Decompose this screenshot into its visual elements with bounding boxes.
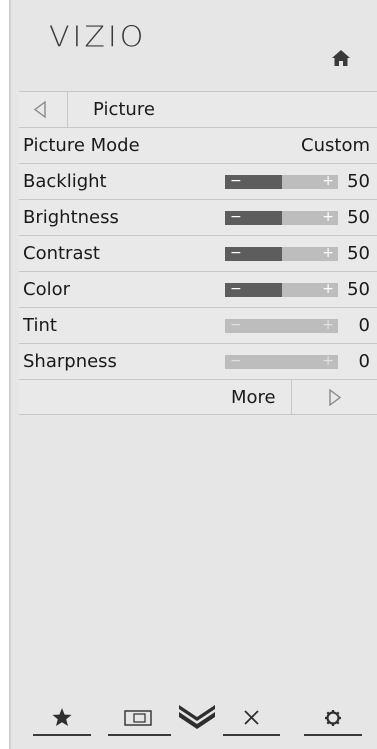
slider-label: Brightness <box>23 207 119 228</box>
nav-settings[interactable] <box>304 700 362 736</box>
more-row: More <box>19 379 377 415</box>
slider-label: Contrast <box>23 243 100 264</box>
picture-menu: Picture Picture Mode Custom Backlight − … <box>19 91 377 415</box>
nav-underline <box>33 734 91 736</box>
picture-mode-value: Custom <box>301 135 370 156</box>
back-button[interactable] <box>19 92 68 127</box>
back-arrow-icon <box>33 101 46 118</box>
nav-underline <box>108 734 171 736</box>
slider-row-sharpness[interactable]: Sharpness − + 0 <box>19 343 377 379</box>
slider-plus: + <box>322 317 334 333</box>
slider-plus: + <box>322 209 334 225</box>
slider-value: 50 <box>347 243 370 264</box>
vizio-v-icon <box>179 705 215 729</box>
picture-mode-label: Picture Mode <box>23 135 140 156</box>
nav-input[interactable] <box>108 700 171 736</box>
slider-minus: − <box>230 173 242 189</box>
slider-plus: + <box>322 281 334 297</box>
slider-row-backlight[interactable]: Backlight − + 50 <box>19 163 377 199</box>
slider-row-tint[interactable]: Tint − + 0 <box>19 307 377 343</box>
gear-icon <box>325 710 341 726</box>
slider-value: 0 <box>358 351 370 372</box>
picture-mode-row[interactable]: Picture Mode Custom <box>19 127 377 163</box>
menu-title: Picture <box>93 99 155 120</box>
settings-panel: VIZIO Picture Picture Mode Custom Backli… <box>9 0 377 749</box>
slider-value: 50 <box>347 279 370 300</box>
slider-value: 50 <box>347 171 370 192</box>
nav-underline <box>304 734 362 736</box>
color-slider[interactable]: − + <box>225 281 338 297</box>
sharpness-slider[interactable]: − + <box>225 353 338 369</box>
slider-label: Tint <box>23 315 57 336</box>
slider-minus: − <box>230 281 242 297</box>
slider-value: 50 <box>347 207 370 228</box>
slider-label: Sharpness <box>23 351 117 372</box>
forward-arrow-icon <box>329 389 342 406</box>
nav-vizio[interactable] <box>175 700 219 736</box>
bottom-nav <box>11 700 377 740</box>
slider-minus: − <box>230 353 242 369</box>
slider-plus: + <box>322 173 334 189</box>
nav-exit[interactable] <box>223 700 280 736</box>
slider-label: Color <box>23 279 70 300</box>
slider-row-contrast[interactable]: Contrast − + 50 <box>19 235 377 271</box>
slider-minus: − <box>230 209 242 225</box>
star-icon <box>52 708 72 726</box>
nav-favorites[interactable] <box>33 700 91 736</box>
vizio-logo: VIZIO <box>49 20 147 55</box>
backlight-slider[interactable]: − + <box>225 173 338 189</box>
contrast-slider[interactable]: − + <box>225 245 338 261</box>
slider-minus: − <box>230 245 242 261</box>
tint-slider[interactable]: − + <box>225 317 338 333</box>
slider-label: Backlight <box>23 171 107 192</box>
header: VIZIO <box>11 0 377 91</box>
slider-row-brightness[interactable]: Brightness − + 50 <box>19 199 377 235</box>
input-icon <box>124 710 152 726</box>
home-icon[interactable] <box>331 49 351 67</box>
more-button[interactable]: More <box>231 380 276 415</box>
nav-underline <box>223 734 280 736</box>
slider-minus: − <box>230 317 242 333</box>
forward-button[interactable] <box>291 380 377 415</box>
menu-title-row: Picture <box>19 91 377 127</box>
close-icon <box>244 710 259 725</box>
slider-row-color[interactable]: Color − + 50 <box>19 271 377 307</box>
slider-value: 0 <box>358 315 370 336</box>
slider-plus: + <box>322 245 334 261</box>
slider-plus: + <box>322 353 334 369</box>
brightness-slider[interactable]: − + <box>225 209 338 225</box>
